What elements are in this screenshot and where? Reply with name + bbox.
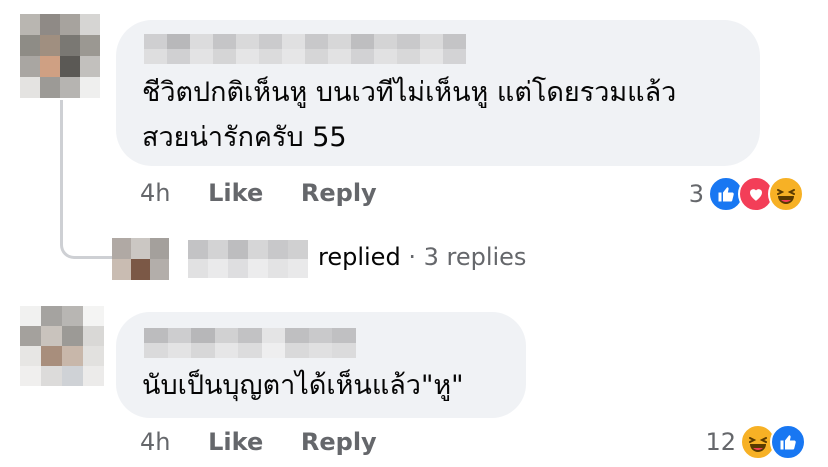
avatar[interactable] xyxy=(112,238,169,280)
commenter-name[interactable] xyxy=(144,328,356,358)
comment-timestamp[interactable]: 4h xyxy=(140,179,170,207)
replies-count: 3 replies xyxy=(423,243,527,271)
commenter-name[interactable] xyxy=(144,34,466,64)
reaction-count: 3 xyxy=(688,180,704,208)
comment-text-line-1: ชีวิตปกติเห็นหู บนเวทีไม่เห็นหู แต่โดยรว… xyxy=(142,77,677,108)
replier-name[interactable] xyxy=(188,240,308,278)
avatar[interactable] xyxy=(20,14,100,98)
comment-actions: 4h Like Reply xyxy=(140,179,377,207)
like-button[interactable]: Like xyxy=(208,179,263,207)
comment-text-line-2: สวยน่ารักครับ 55 xyxy=(142,122,347,153)
comment-actions: 4h Like Reply xyxy=(140,428,377,456)
reply-button[interactable]: Reply xyxy=(301,428,377,456)
reaction-summary[interactable]: 3 xyxy=(689,176,804,212)
comment-text-line-1: นับเป็นบุญตาได้เห็นแล้ว"หู" xyxy=(142,370,464,401)
haha-icon xyxy=(768,176,804,212)
like-icon xyxy=(770,424,806,460)
separator: · xyxy=(400,243,424,271)
reaction-summary[interactable]: 12 xyxy=(705,424,806,460)
thread-connector xyxy=(60,100,113,259)
replied-label: replied xyxy=(318,243,401,271)
replies-summary-text[interactable]: replied · 3 replies xyxy=(318,243,526,271)
avatar[interactable] xyxy=(20,306,104,386)
comment-timestamp[interactable]: 4h xyxy=(140,428,170,456)
reaction-count: 12 xyxy=(705,428,736,456)
reply-button[interactable]: Reply xyxy=(301,179,377,207)
like-button[interactable]: Like xyxy=(208,428,263,456)
